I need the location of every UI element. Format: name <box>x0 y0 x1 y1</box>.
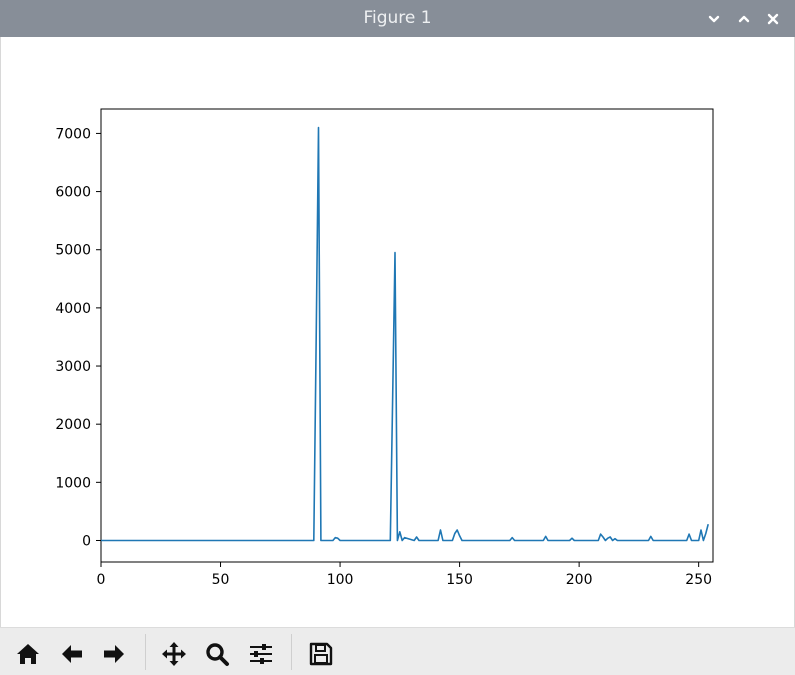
pan-button[interactable] <box>160 640 188 668</box>
back-arrow-icon <box>62 645 82 663</box>
close-button[interactable] <box>763 9 783 29</box>
y-tick-label: 1000 <box>55 475 91 491</box>
close-icon <box>767 13 779 25</box>
maximize-button[interactable] <box>734 9 754 29</box>
chevron-up-icon <box>738 15 750 23</box>
y-tick-label: 6000 <box>55 185 91 201</box>
configure-subplots-button[interactable] <box>247 640 275 668</box>
y-tick-label: 4000 <box>55 301 91 317</box>
figure-canvas[interactable]: 0 50 100 150 200 250 0 1000 2000 3000 4000 5000 6000… <box>0 37 795 627</box>
zoom-icon <box>206 643 229 666</box>
x-tick-label: 0 <box>97 572 106 588</box>
y-tick-label: 5000 <box>55 243 91 259</box>
save-button[interactable] <box>307 640 335 668</box>
toolbar-divider <box>291 634 292 670</box>
x-tick-label: 150 <box>446 572 473 588</box>
y-tick-label: 3000 <box>55 359 91 375</box>
forward-button[interactable] <box>100 640 128 668</box>
y-tick-label: 0 <box>82 533 91 549</box>
axis-ticks: 0 50 100 150 200 250 0 1000 2000 3000 4000 5000 6000… <box>55 126 712 588</box>
plot-area-frame <box>100 108 714 563</box>
pan-icon <box>162 642 186 666</box>
line-chart: 0 50 100 150 200 250 0 1000 2000 3000 4000 5000 6000… <box>55 108 714 588</box>
home-button[interactable] <box>14 640 42 668</box>
chevron-down-icon <box>708 15 720 23</box>
navigation-toolbar <box>0 627 795 675</box>
x-tick-label: 250 <box>685 572 712 588</box>
title-bar: Figure 1 <box>0 0 795 37</box>
home-icon <box>17 644 39 664</box>
forward-arrow-icon <box>104 645 124 663</box>
window-title: Figure 1 <box>363 8 432 28</box>
minimize-button[interactable] <box>704 9 724 29</box>
configure-subplots-icon <box>250 644 272 664</box>
back-button[interactable] <box>58 640 86 668</box>
y-tick-label: 2000 <box>55 417 91 433</box>
toolbar-divider <box>145 634 146 670</box>
series-line <box>101 126 709 542</box>
series-layer <box>101 126 709 542</box>
x-tick-label: 200 <box>566 572 593 588</box>
save-icon <box>309 642 333 666</box>
x-tick-label: 50 <box>212 572 230 588</box>
zoom-button[interactable] <box>203 640 231 668</box>
x-tick-label: 100 <box>327 572 354 588</box>
y-tick-label: 7000 <box>55 126 91 142</box>
